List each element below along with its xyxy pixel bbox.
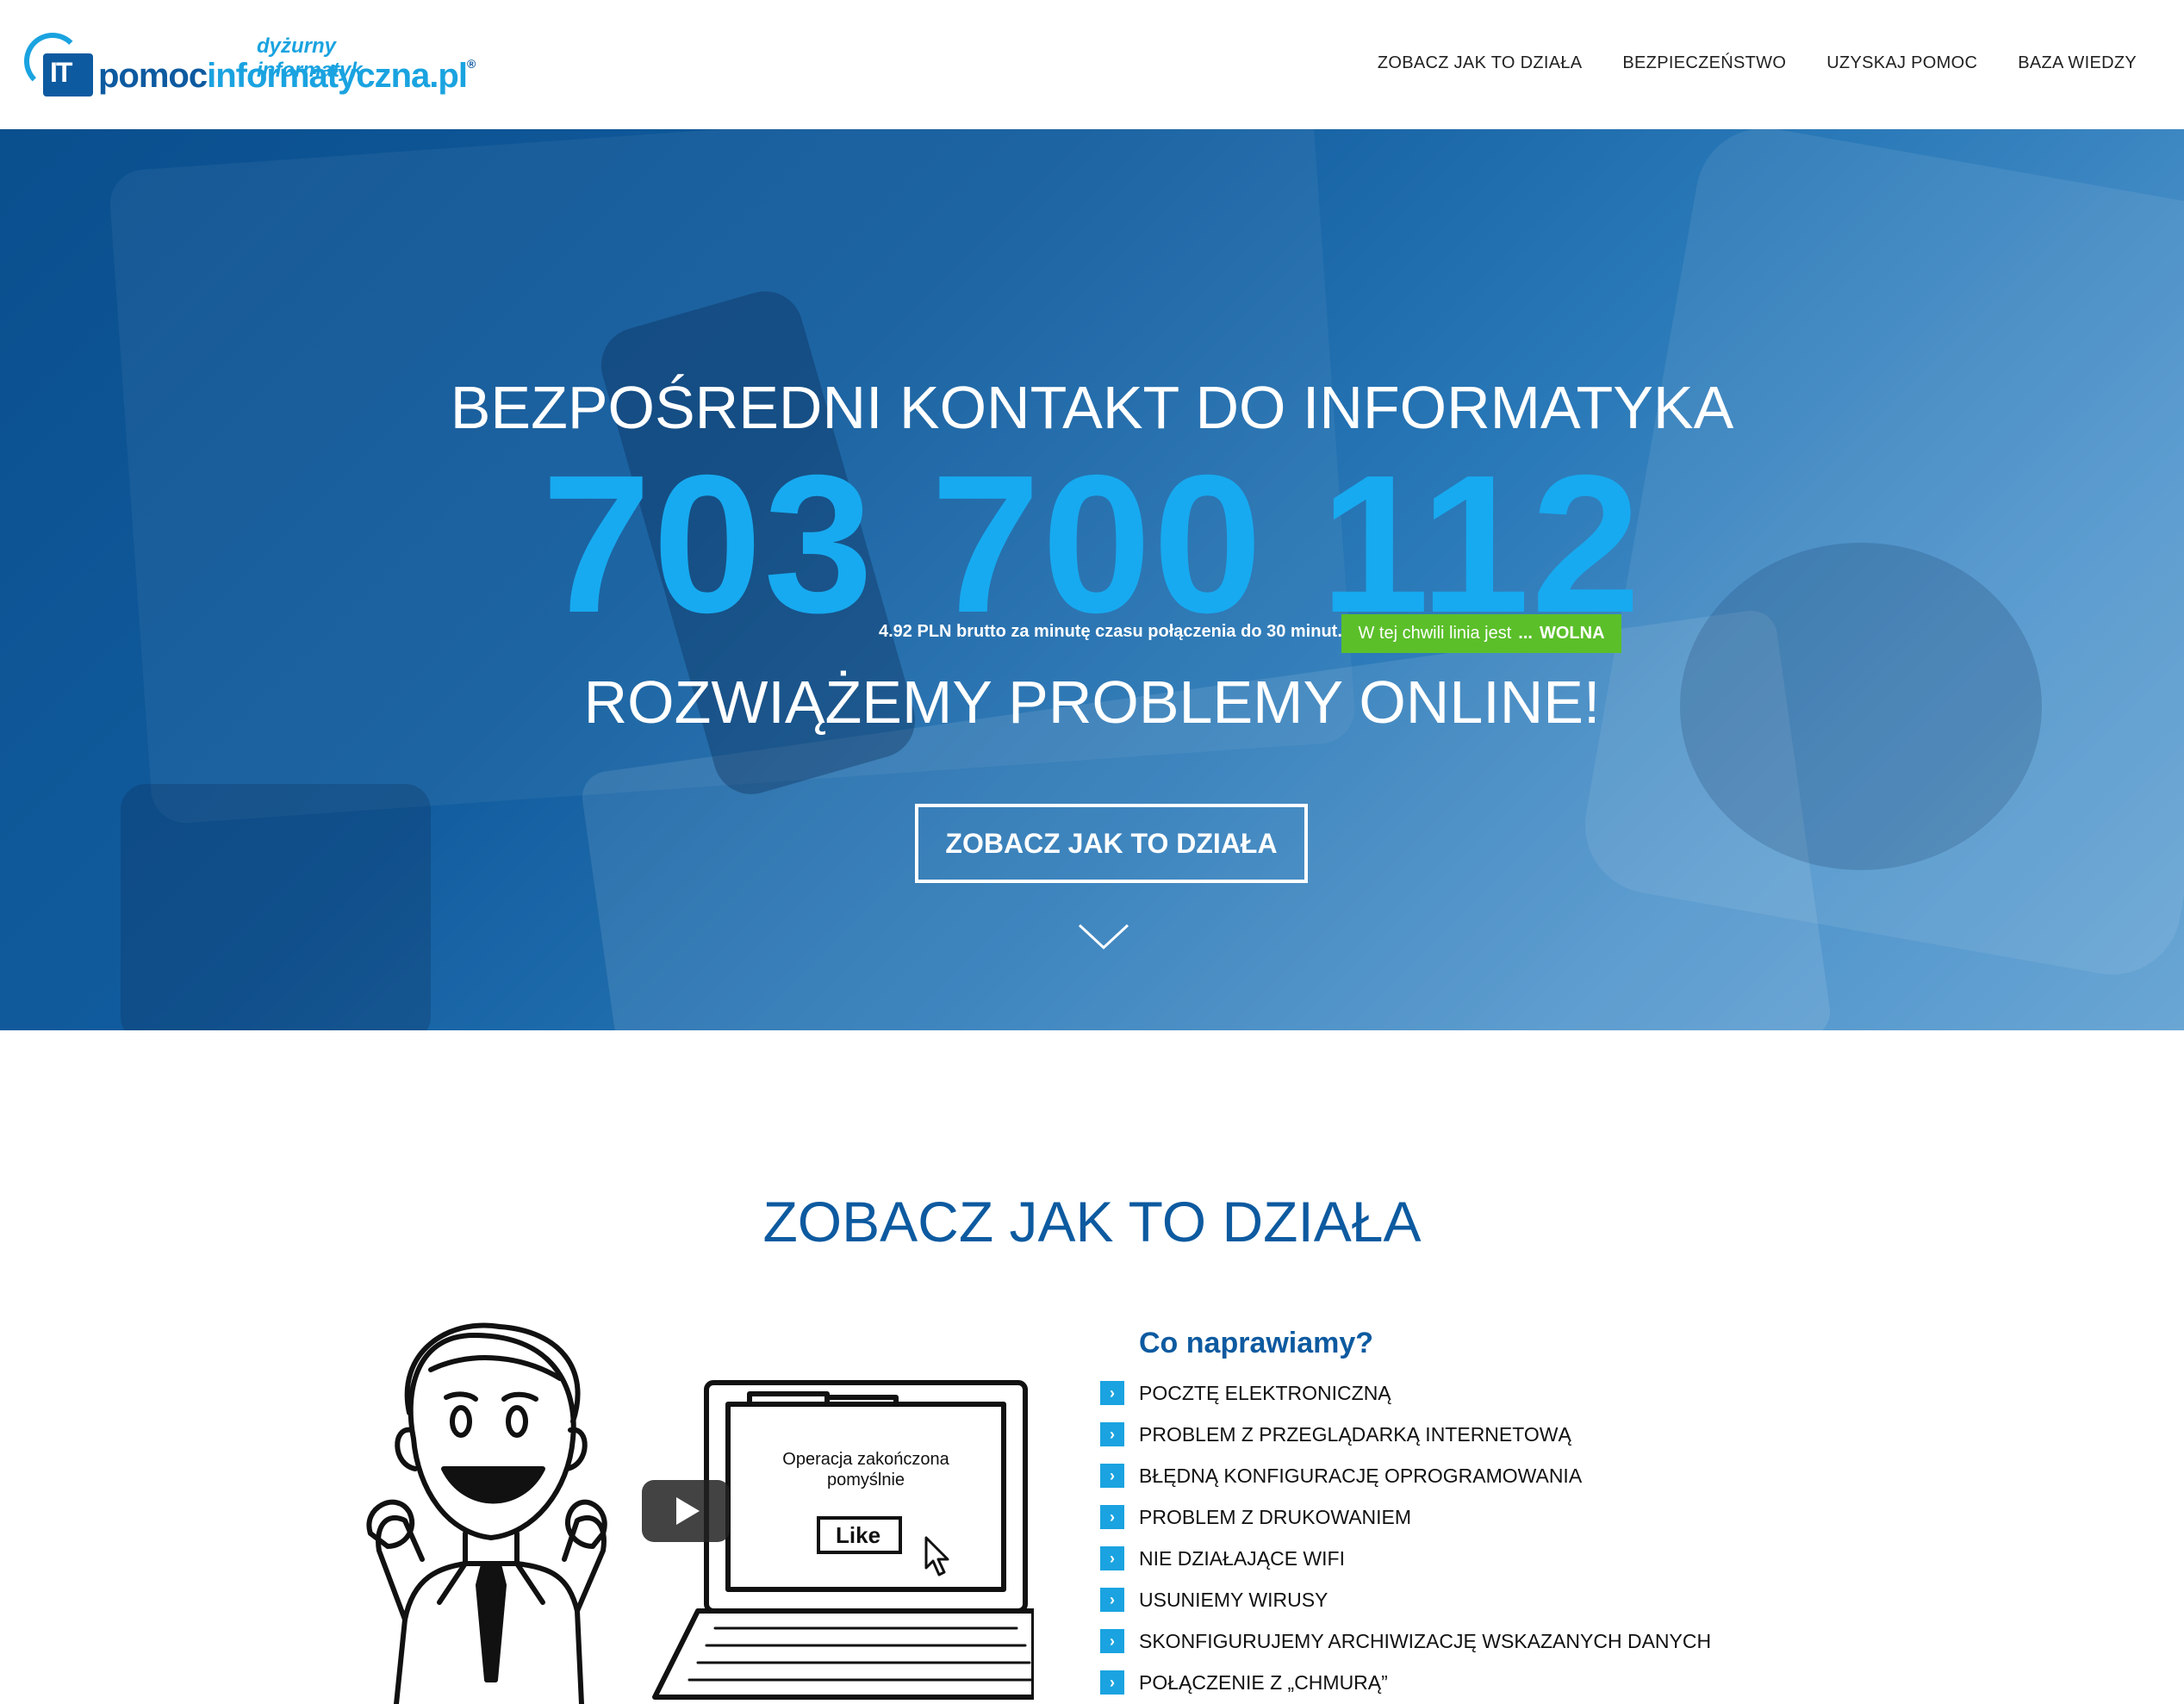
nav-item-bezpieczenstwo[interactable]: BEZPIECZEŃSTWO <box>1622 53 1786 73</box>
chevron-right-icon: › <box>1100 1588 1124 1612</box>
list-item: › POCZTĘ ELEKTRONICZNĄ <box>1100 1372 1711 1414</box>
hero-subtitle: ROZWIĄŻEMY PROBLEMY ONLINE! <box>583 669 1601 736</box>
list-item: › PROBLEM Z DRUKOWANIEM <box>1100 1496 1711 1538</box>
chevron-right-icon: › <box>1100 1670 1124 1695</box>
hero-banner: BEZPOŚREDNI KONTAKT DO INFORMATYKA 703 7… <box>0 129 2184 1030</box>
chevron-right-icon: › <box>1100 1422 1124 1446</box>
chevron-right-icon: › <box>1100 1505 1124 1529</box>
cta-see-how-it-works-button[interactable]: ZOBACZ JAK TO DZIAŁA <box>915 804 1308 883</box>
chevron-right-icon: › <box>1100 1381 1124 1405</box>
video-player[interactable]: Like Operacja zakończona pomyślnie <box>345 1318 1034 1704</box>
list-item-label: PROBLEM Z DRUKOWANIEM <box>1139 1505 1412 1528</box>
list-item-label: PROBLEM Z PRZEGLĄDARKĄ INTERNETOWĄ <box>1139 1422 1571 1446</box>
logo-registered-mark: ® <box>466 57 476 71</box>
chevron-down-icon[interactable] <box>1078 920 1129 955</box>
list-item-label: NIE DZIAŁAJĄCE WIFI <box>1139 1546 1345 1570</box>
list-item: › USUNIEMY WIRUSY <box>1100 1579 1711 1620</box>
fixes-title: Co naprawiamy? <box>1139 1327 1374 1359</box>
list-item: › SKONFIGURUJEMY ARCHIWIZACJĘ WSKAZANYCH … <box>1100 1620 1711 1662</box>
hero-title: BEZPOŚREDNI KONTAKT DO INFORMATYKA <box>450 374 1734 441</box>
list-item-label: BŁĘDNĄ KONFIGURACJĘ OPROGRAMOWANIA <box>1139 1464 1583 1487</box>
chevron-right-icon: › <box>1100 1629 1124 1653</box>
video-screen-text-line1: Operacja zakończona <box>782 1450 949 1469</box>
list-item-label: POCZTĘ ELEKTRONICZNĄ <box>1139 1381 1391 1404</box>
line-status-prefix: W tej chwili linia jest <box>1358 624 1512 643</box>
nav-item-zobacz-jak-to-dziala[interactable]: ZOBACZ JAK TO DZIAŁA <box>1378 53 1583 73</box>
nav-item-uzyskaj-pomoc[interactable]: UZYSKAJ POMOC <box>1826 53 1977 73</box>
price-note: 4.92 PLN brutto za minutę czasu połączen… <box>879 622 1342 641</box>
chevron-right-icon: › <box>1100 1464 1124 1488</box>
video-like-label: Like <box>836 1522 880 1548</box>
list-item: › POŁĄCZENIE Z „CHMURĄ” <box>1100 1662 1711 1703</box>
nav-item-baza-wiedzy[interactable]: BAZA WIEDZY <box>2018 53 2137 73</box>
play-icon <box>642 1480 730 1542</box>
list-item: › BŁĘDNĄ KONFIGURACJĘ OPROGRAMOWANIA <box>1100 1455 1711 1496</box>
fixes-list: › POCZTĘ ELEKTRONICZNĄ › PROBLEM Z PRZEGLĄ… <box>1100 1372 1711 1703</box>
logo-mark-text: IT <box>50 57 72 88</box>
hero-bg-object-shape <box>121 784 431 1030</box>
main-nav: ZOBACZ JAK TO DZIAŁA BEZPIECZEŃSTWO UZYS… <box>1378 53 2137 73</box>
line-status-value: WOLNA <box>1539 624 1605 643</box>
hero-phone-number[interactable]: 703 700 112 <box>0 441 2184 648</box>
list-item-label: POŁĄCZENIE Z „CHMURĄ” <box>1139 1670 1388 1694</box>
logo-wordmark-part1: pomoc <box>98 57 208 95</box>
header: dyżurny informatyk IT pomocinformatyczna… <box>0 0 2184 129</box>
line-status-badge: W tej chwili linia jest ... WOLNA <box>1341 614 1621 653</box>
video-screen-text-line2: pomyślnie <box>827 1471 905 1489</box>
list-item: › NIE DZIAŁAJĄCE WIFI <box>1100 1538 1711 1579</box>
list-item-label: USUNIEMY WIRUSY <box>1139 1588 1328 1611</box>
list-item: › PROBLEM Z PRZEGLĄDARKĄ INTERNETOWĄ <box>1100 1414 1711 1455</box>
line-status-dots: ... <box>1518 624 1533 643</box>
site-logo[interactable]: dyżurny informatyk IT pomocinformatyczna… <box>24 26 476 103</box>
logo-wordmark-part2: informatyczna.pl <box>207 57 468 95</box>
video-thumbnail-illustration: Like Operacja zakończona pomyślnie <box>366 1322 1034 1704</box>
logo-wordmark: pomocinformatyczna.pl® <box>98 57 476 96</box>
section-title: ZOBACZ JAK TO DZIAŁA <box>762 1190 1422 1253</box>
chevron-right-icon: › <box>1100 1546 1124 1570</box>
list-item-label: SKONFIGURUJEMY ARCHIWIZACJĘ WSKAZANYCH D… <box>1139 1629 1712 1652</box>
